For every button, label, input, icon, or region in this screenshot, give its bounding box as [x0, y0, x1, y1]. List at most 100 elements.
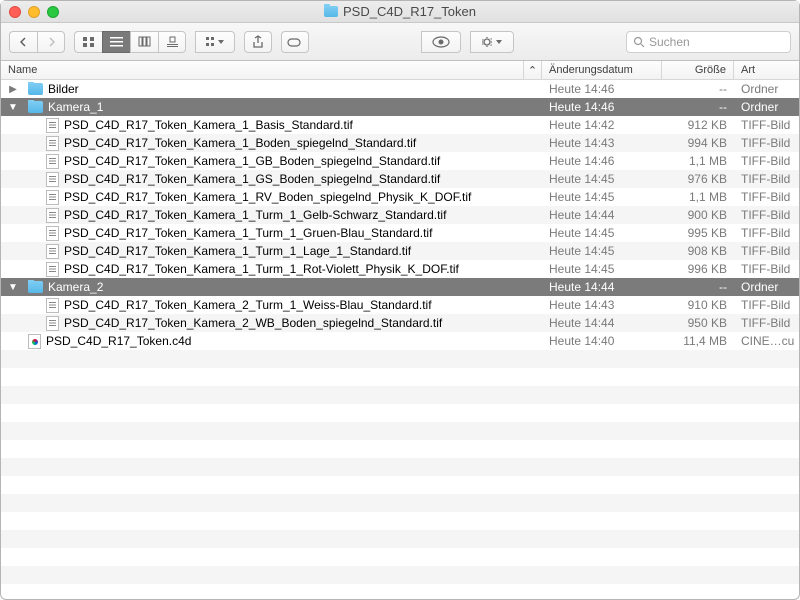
file-row[interactable]: ▶PSD_C4D_R17_Token_Kamera_1_Basis_Standa… [1, 116, 799, 134]
file-size: -- [662, 82, 734, 96]
search-placeholder: Suchen [649, 35, 690, 49]
file-kind: TIFF-Bild [734, 208, 799, 222]
file-size: 1,1 MB [662, 190, 734, 204]
coverflow-view-button[interactable] [158, 31, 186, 53]
file-row[interactable]: ▶PSD_C4D_R17_Token_Kamera_1_Turm_1_Lage_… [1, 242, 799, 260]
quicklook-group [421, 31, 461, 53]
file-kind: TIFF-Bild [734, 172, 799, 186]
empty-row [1, 422, 799, 440]
column-view-button[interactable] [130, 31, 158, 53]
file-name: Kamera_2 [48, 280, 103, 294]
file-name: PSD_C4D_R17_Token_Kamera_2_Turm_1_Weiss-… [64, 298, 432, 312]
empty-row [1, 440, 799, 458]
back-button[interactable] [9, 31, 37, 53]
file-date: Heute 14:45 [542, 190, 662, 204]
file-kind: Ordner [734, 100, 799, 114]
disclosure-triangle[interactable]: ▶ [8, 84, 18, 95]
file-kind: TIFF-Bild [734, 154, 799, 168]
action-button[interactable] [470, 31, 514, 53]
titlebar: PSD_C4D_R17_Token [1, 1, 799, 23]
file-row[interactable]: ▶PSD_C4D_R17_Token_Kamera_1_Turm_1_Gelb-… [1, 206, 799, 224]
file-size: 912 KB [662, 118, 734, 132]
file-date: Heute 14:42 [542, 118, 662, 132]
file-kind: TIFF-Bild [734, 316, 799, 330]
file-date: Heute 14:45 [542, 244, 662, 258]
file-row[interactable]: ▶PSD_C4D_R17_Token_Kamera_1_Turm_1_Gruen… [1, 224, 799, 242]
file-kind: TIFF-Bild [734, 262, 799, 276]
file-kind: Ordner [734, 280, 799, 294]
zoom-window-button[interactable] [47, 6, 59, 18]
file-date: Heute 14:45 [542, 262, 662, 276]
column-kind[interactable]: Art [734, 61, 799, 79]
window-title-text: PSD_C4D_R17_Token [343, 4, 476, 19]
tif-file-icon [46, 244, 59, 259]
file-kind: TIFF-Bild [734, 298, 799, 312]
file-row[interactable]: ▶PSD_C4D_R17_Token_Kamera_1_GS_Boden_spi… [1, 170, 799, 188]
file-row[interactable]: ▶PSD_C4D_R17_Token_Kamera_1_RV_Boden_spi… [1, 188, 799, 206]
file-date: Heute 14:43 [542, 298, 662, 312]
file-date: Heute 14:45 [542, 226, 662, 240]
file-size: 976 KB [662, 172, 734, 186]
close-window-button[interactable] [9, 6, 21, 18]
file-size: 11,4 MB [662, 334, 734, 348]
file-row[interactable]: ▶PSD_C4D_R17_Token_Kamera_1_Turm_1_Rot-V… [1, 260, 799, 278]
window-title: PSD_C4D_R17_Token [1, 4, 799, 19]
file-name: PSD_C4D_R17_Token.c4d [46, 334, 191, 348]
file-size: 995 KB [662, 226, 734, 240]
empty-row [1, 548, 799, 566]
empty-row [1, 404, 799, 422]
column-name[interactable]: Name [1, 61, 524, 79]
folder-row[interactable]: ▼Kamera_2Heute 14:44--Ordner [1, 278, 799, 296]
tif-file-icon [46, 208, 59, 223]
file-row[interactable]: ▶PSD_C4D_R17_Token_Kamera_2_Turm_1_Weiss… [1, 296, 799, 314]
tif-file-icon [46, 298, 59, 313]
file-row[interactable]: ▶PSD_C4D_R17_Token_Kamera_1_GB_Boden_spi… [1, 152, 799, 170]
file-size: -- [662, 100, 734, 114]
tif-file-icon [46, 226, 59, 241]
file-name: PSD_C4D_R17_Token_Kamera_1_Boden_spiegel… [64, 136, 416, 150]
tif-file-icon [46, 136, 59, 151]
file-row[interactable]: ▶PSD_C4D_R17_Token_Kamera_2_WB_Boden_spi… [1, 314, 799, 332]
empty-row [1, 530, 799, 548]
empty-row [1, 566, 799, 584]
tags-button[interactable] [281, 31, 309, 53]
file-name: Bilder [48, 82, 79, 96]
arrange-button[interactable] [195, 31, 235, 53]
quicklook-button[interactable] [421, 31, 461, 53]
minimize-window-button[interactable] [28, 6, 40, 18]
search-input[interactable]: Suchen [626, 31, 791, 53]
column-sort-indicator[interactable]: ⌃ [524, 61, 542, 79]
icon-view-button[interactable] [74, 31, 102, 53]
nav-buttons [9, 31, 65, 53]
column-size[interactable]: Größe [662, 61, 734, 79]
tif-file-icon [46, 190, 59, 205]
toolbar: Suchen [1, 23, 799, 61]
window-controls [9, 6, 59, 18]
view-buttons [74, 31, 186, 53]
file-row[interactable]: ▶PSD_C4D_R17_Token.c4dHeute 14:4011,4 MB… [1, 332, 799, 350]
file-size: 1,1 MB [662, 154, 734, 168]
folder-row[interactable]: ▼Kamera_1Heute 14:46--Ordner [1, 98, 799, 116]
tif-file-icon [46, 118, 59, 133]
file-name: PSD_C4D_R17_Token_Kamera_1_RV_Boden_spie… [64, 190, 471, 204]
file-date: Heute 14:46 [542, 154, 662, 168]
tif-file-icon [46, 172, 59, 187]
forward-button[interactable] [37, 31, 65, 53]
file-date: Heute 14:40 [542, 334, 662, 348]
disclosure-triangle[interactable]: ▼ [8, 282, 18, 293]
empty-row [1, 494, 799, 512]
share-button[interactable] [244, 31, 272, 53]
folder-row[interactable]: ▶BilderHeute 14:46--Ordner [1, 80, 799, 98]
disclosure-triangle[interactable]: ▼ [8, 102, 18, 113]
file-kind: CINE…cu [734, 334, 799, 348]
column-date[interactable]: Änderungsdatum [542, 61, 662, 79]
file-date: Heute 14:44 [542, 208, 662, 222]
c4d-file-icon [28, 334, 41, 349]
file-date: Heute 14:46 [542, 100, 662, 114]
list-view-button[interactable] [102, 31, 130, 53]
file-date: Heute 14:44 [542, 316, 662, 330]
file-date: Heute 14:43 [542, 136, 662, 150]
folder-icon [28, 101, 43, 113]
file-name: PSD_C4D_R17_Token_Kamera_1_GB_Boden_spie… [64, 154, 440, 168]
file-row[interactable]: ▶PSD_C4D_R17_Token_Kamera_1_Boden_spiege… [1, 134, 799, 152]
